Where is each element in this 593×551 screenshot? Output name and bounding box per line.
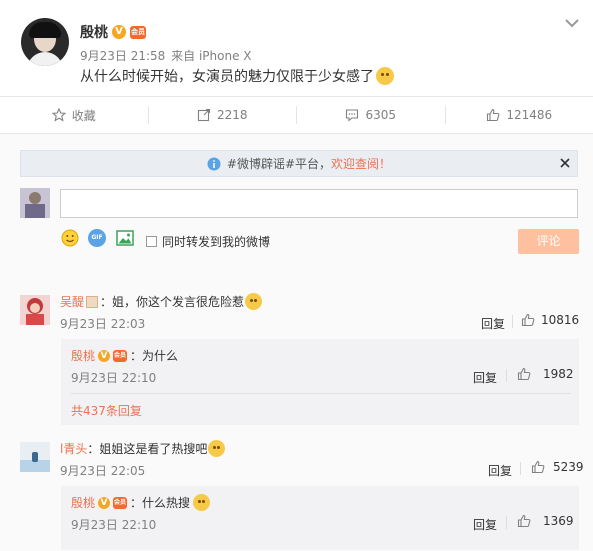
more-replies-link[interactable]: 共437条回复 [71,402,142,419]
reply-reply-link[interactable]: 回复 [473,516,497,533]
smile-emoji [376,67,394,85]
reply-reply-link[interactable]: 回复 [473,369,497,386]
repost-count: 2218 [217,108,248,122]
notice-text: #微博辟谣#平台， [227,157,331,171]
my-avatar[interactable] [20,188,50,218]
comment-like-count: 10816 [541,313,579,327]
like-button[interactable]: 121486 [446,108,593,122]
comment-avatar[interactable] [20,442,50,472]
submit-label: 评论 [536,234,560,248]
like-icon [486,108,500,122]
vip-badge: 会员 [113,497,127,509]
reply-time: 9月23日 22:10 [71,516,156,533]
repost-icon [197,108,211,122]
post-toolbar: 收藏 2218 6305 121486 [0,97,593,133]
reply-time: 9月23日 22:10 [71,369,156,386]
comment-text: ：姐姐这是看了热搜吧 [87,440,207,457]
comment-like-button[interactable]: 5239 [531,460,584,474]
image-icon[interactable] [116,229,134,247]
laugh-emoji [245,293,262,310]
comment-avatar[interactable] [20,295,50,325]
repost-checkbox[interactable] [146,236,157,247]
comment-input[interactable] [60,189,578,218]
notice-bar: #微博辟谣#平台，欢迎查阅！ [20,150,578,177]
comment-time: 9月23日 22:05 [60,462,145,479]
comment-author[interactable]: l青头 [60,440,87,457]
glasses-emoji [193,494,210,511]
favorite-label: 收藏 [72,107,96,124]
comment-reply-link[interactable]: 回复 [488,462,512,479]
gif-icon[interactable]: GIF [88,229,106,247]
info-icon [207,157,221,171]
submit-comment-button[interactable]: 评论 [518,229,579,254]
verified-badge: V [112,25,126,39]
reply-like-button[interactable]: 1369 [517,514,574,528]
comment-time: 9月23日 22:03 [60,315,145,332]
verified-badge: V [98,497,110,509]
comment-text: ：姐，你这个发言很危险惹 [100,293,244,310]
hourglass-icon [86,296,98,308]
reply-author[interactable]: 殷桃 [71,347,95,364]
reply-author[interactable]: 殷桃 [71,494,95,511]
gif-label: GIF [91,234,102,241]
repost-button[interactable]: 2218 [149,108,297,122]
post-timestamp[interactable]: 9月23日 21:58 [80,49,165,63]
like-icon [521,313,535,327]
vip-badge: 会员 [130,26,146,39]
grin-emoji [208,440,225,457]
vip-badge: 会员 [113,350,127,362]
post-text: 从什么时候开始，女演员的魅力仅限于少女感了 [80,66,374,86]
like-icon [517,514,531,528]
like-icon [517,367,531,381]
close-icon[interactable] [559,157,571,169]
comment-like-count: 5239 [553,460,584,474]
comment-icon [345,108,359,122]
reply-text: ：为什么 [130,347,178,364]
reply-text: ：什么热搜 [130,494,190,511]
smiley-icon[interactable] [61,229,79,247]
comment-reply-link[interactable]: 回复 [481,315,505,332]
post-source: 来自 iPhone X [171,49,251,63]
favorite-button[interactable]: 收藏 [0,107,148,124]
comment-button[interactable]: 6305 [297,108,445,122]
comment-like-button[interactable]: 10816 [521,313,579,327]
like-icon [531,460,545,474]
reply-like-count: 1369 [543,514,574,528]
verified-badge: V [98,350,110,362]
reply-like-count: 1982 [543,367,574,381]
comment-author[interactable]: 吴醍 [60,293,84,310]
reply-like-button[interactable]: 1982 [517,367,574,381]
notice-link[interactable]: 欢迎查阅！ [331,157,391,171]
post-avatar[interactable] [21,18,69,66]
chevron-down-icon[interactable] [563,16,581,30]
like-count: 121486 [506,108,552,122]
repost-checkbox-label: 同时转发到我的微博 [162,233,270,250]
star-icon [52,108,66,122]
post-author[interactable]: 殷桃 [80,22,108,42]
comment-count: 6305 [365,108,396,122]
